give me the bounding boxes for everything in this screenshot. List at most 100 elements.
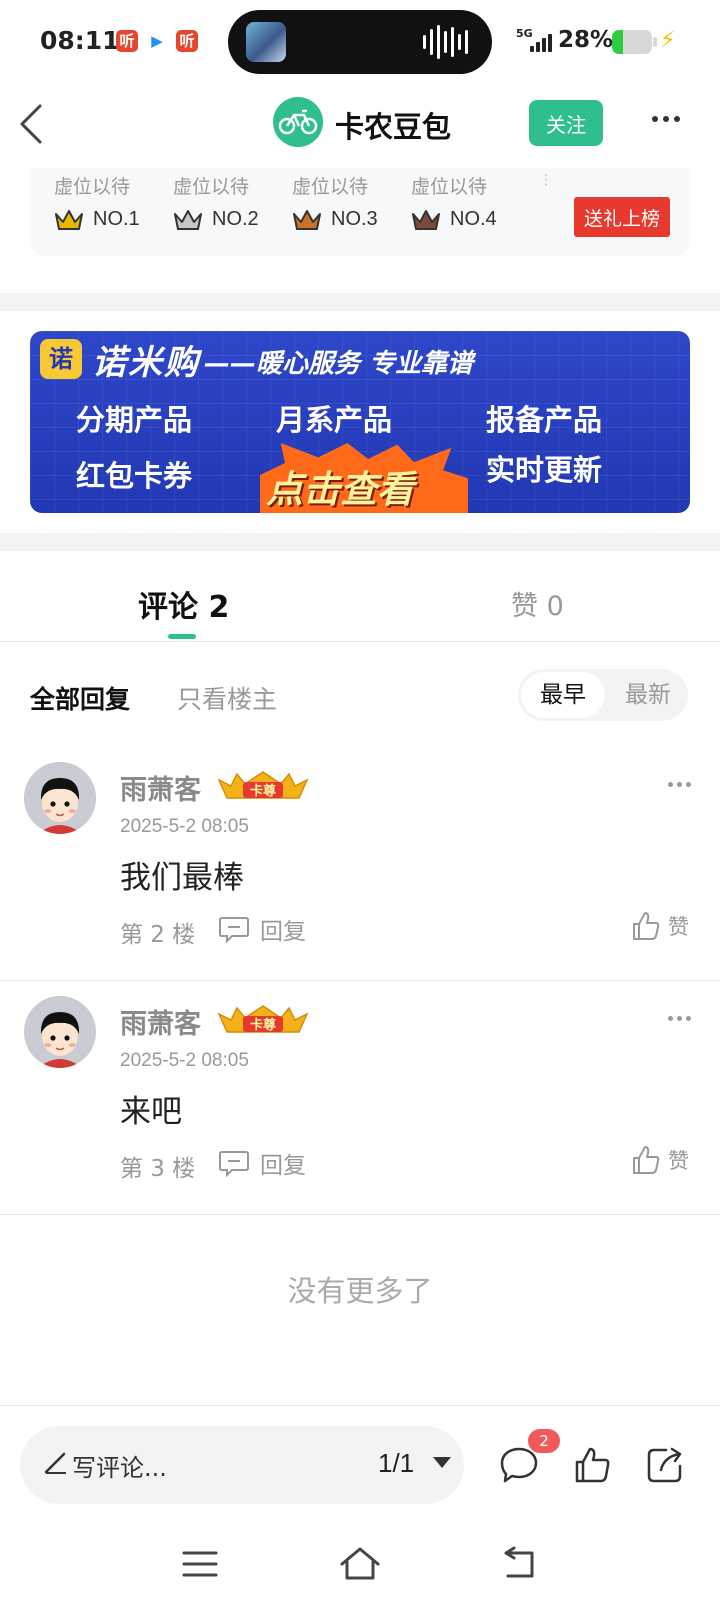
comment-count-badge: 2: [528, 1429, 560, 1453]
comment-content: 我们最棒: [120, 860, 244, 896]
tab-bar: 评论 2 赞 0: [0, 552, 720, 642]
crown-icon: [293, 210, 321, 230]
dynamic-island[interactable]: [228, 10, 492, 74]
end-of-list-text: 没有更多了: [287, 1274, 433, 1308]
comment-item: 雨萧客 卡尊 2025-5-2 08:05 来吧 第 3 楼 回复 赞: [0, 996, 720, 1228]
rank-item[interactable]: 虚位以待 NO.4: [387, 168, 497, 256]
ad-banner[interactable]: 诺 诺米购 ——暖心服务 专业靠谱 分期产品 月系产品 报备产品 红包卡券 实时…: [30, 331, 690, 513]
rank-label: 虚位以待: [411, 176, 488, 198]
rank-label: 虚位以待: [292, 176, 369, 198]
tab-comments[interactable]: 评论 2: [138, 582, 229, 626]
banner-slogan: ——暖心服务 专业靠谱: [204, 349, 474, 379]
banner-item: 月系产品: [276, 403, 393, 437]
floor-number: 第 3 楼: [120, 1156, 196, 1182]
reply-bubble-icon: [219, 1151, 249, 1177]
tab-likes[interactable]: 赞 0: [511, 584, 564, 623]
thumbs-up-icon[interactable]: [572, 1444, 614, 1486]
banner-item: 红包卡券: [76, 459, 193, 493]
board-avatar[interactable]: [273, 97, 323, 147]
rank-label: 虚位以待: [54, 176, 131, 198]
audio-wave-icon: [423, 24, 468, 60]
reply-button[interactable]: 回复: [218, 1146, 306, 1180]
comment-author[interactable]: 雨萧客: [120, 1002, 201, 1041]
crown-icon: [174, 210, 202, 230]
filter-op-only[interactable]: 只看楼主: [177, 680, 277, 716]
tab-active-indicator: [168, 634, 196, 639]
rank-number: NO.1: [93, 208, 140, 230]
bicycle-icon: [278, 109, 318, 135]
comment-content: 来吧: [120, 1094, 182, 1130]
follow-button[interactable]: 关注: [529, 100, 603, 146]
comment-author[interactable]: 雨萧客: [120, 768, 201, 807]
more-horizontal-icon[interactable]: [652, 116, 680, 122]
page-title: 卡农豆包: [335, 110, 452, 144]
separator-dots: ⋮: [539, 172, 553, 188]
floor-number: 第 2 楼: [120, 922, 196, 948]
user-avatar-icon: [24, 996, 96, 1068]
status-time: 08:11: [40, 26, 120, 55]
sort-earliest-button[interactable]: 最早: [521, 672, 605, 718]
page-header: 卡农豆包 关注: [0, 90, 720, 160]
more-horizontal-icon[interactable]: [668, 1016, 691, 1021]
rank-label: 虚位以待: [173, 176, 250, 198]
caret-down-icon[interactable]: [433, 1457, 451, 1468]
like-label: 赞: [668, 1149, 689, 1173]
banner-item: 分期产品: [76, 403, 193, 437]
thumbs-up-icon: [633, 912, 660, 940]
comment-item: 雨萧客 卡尊 2025-5-2 08:05 我们最棒 第 2 楼 回复 赞: [0, 762, 720, 994]
banner-item: 实时更新: [486, 453, 603, 487]
sort-latest-button[interactable]: 最新: [608, 672, 688, 718]
more-horizontal-icon[interactable]: [668, 782, 691, 787]
rank-item[interactable]: 虚位以待 NO.2: [149, 168, 259, 256]
gift-rank-button[interactable]: 送礼上榜: [574, 197, 670, 237]
crown-icon: [412, 210, 440, 230]
rank-number: NO.4: [450, 208, 497, 230]
banner-brand: 诺米购: [92, 343, 200, 383]
filter-all-replies[interactable]: 全部回复: [30, 680, 130, 716]
listen-app-icon: 听: [116, 30, 138, 52]
section-divider: [0, 533, 720, 551]
badge-text: 卡尊: [250, 1017, 276, 1033]
crown-icon: [55, 210, 83, 230]
user-avatar-icon: [24, 762, 96, 834]
like-label: 赞: [668, 915, 689, 939]
rank-number: NO.3: [331, 208, 378, 230]
status-bar: 08:11 听 ▶ 听 5G 28% ⚡: [0, 0, 720, 84]
section-divider: [0, 293, 720, 311]
reply-button[interactable]: 回复: [218, 912, 306, 946]
signal-icon: [530, 34, 552, 52]
video-app-icon: ▶: [146, 30, 168, 52]
reply-label: 回复: [260, 1153, 306, 1179]
battery-percent: 28%: [558, 27, 614, 53]
reply-bubble-icon: [219, 917, 249, 943]
menu-icon[interactable]: [178, 1544, 222, 1584]
banner-item: 报备产品: [486, 403, 603, 437]
battery-icon: [612, 30, 652, 54]
banner-cta[interactable]: 点击查看: [266, 459, 414, 513]
avatar[interactable]: [24, 996, 96, 1068]
comment-input-placeholder: 写评论...: [72, 1454, 167, 1482]
comment-time: 2025-5-2 08:05: [120, 816, 249, 837]
back-button[interactable]: [18, 102, 58, 146]
gift-ranking-card: 虚位以待 NO.1 虚位以待 NO.2 虚位以待 NO.3 虚位以待 NO.4 …: [30, 168, 690, 256]
back-nav-icon[interactable]: [498, 1544, 542, 1584]
avatar[interactable]: [24, 762, 96, 834]
home-icon[interactable]: [338, 1544, 382, 1584]
page-indicator[interactable]: 1/1: [378, 1448, 414, 1479]
vip-crown-badge-icon: 卡尊: [217, 771, 309, 799]
sort-toggle: 最早 最新: [518, 669, 688, 721]
badge-text: 卡尊: [250, 783, 276, 799]
reply-label: 回复: [260, 919, 306, 945]
rank-item[interactable]: 虚位以待 NO.1: [30, 168, 140, 256]
share-icon[interactable]: [644, 1444, 686, 1486]
rank-item[interactable]: 虚位以待 NO.3: [268, 168, 378, 256]
thumbs-up-icon: [633, 1146, 660, 1174]
comment-input[interactable]: 写评论... 1/1: [20, 1426, 464, 1504]
divider: [0, 1214, 720, 1215]
divider: [0, 980, 720, 981]
rank-number: NO.2: [212, 208, 259, 230]
vip-crown-badge-icon: 卡尊: [217, 1005, 309, 1033]
like-button[interactable]: 赞: [630, 1144, 689, 1176]
divider: [0, 1405, 720, 1406]
like-button[interactable]: 赞: [630, 910, 689, 942]
